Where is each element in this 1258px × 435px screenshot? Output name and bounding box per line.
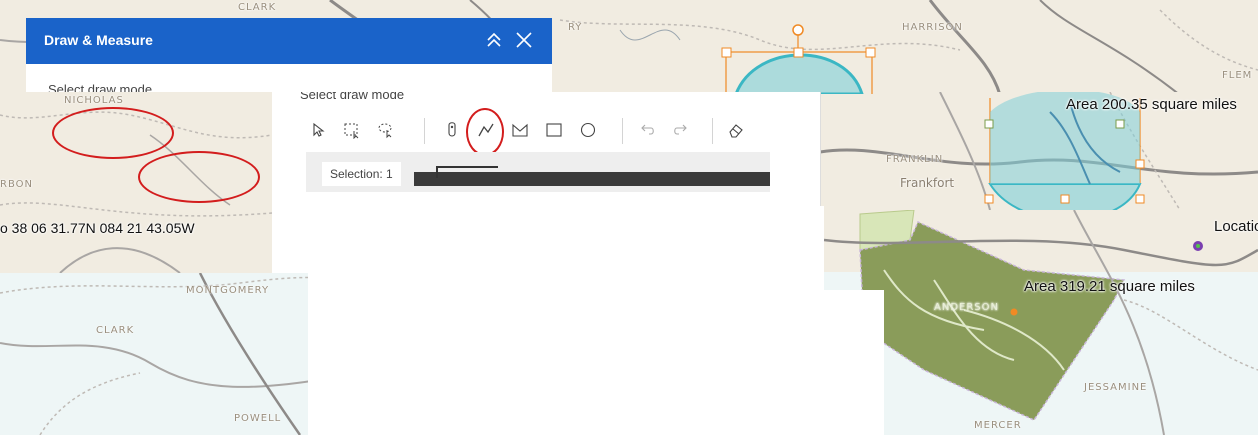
county-label-montgomery: MONTGOMERY: [186, 285, 270, 296]
rectangle-select-icon: [344, 123, 359, 139]
county-label-bourbon: RBON: [0, 179, 33, 190]
coordinate-readout: o 38 06 31.77N 084 21 43.05W: [0, 220, 195, 236]
panel-mode-label-fragment: Select draw mode: [48, 82, 153, 92]
lasso-select-icon: [378, 123, 392, 139]
rectangle-tool[interactable]: [542, 118, 566, 142]
county-label-flem: FLEM: [1222, 70, 1253, 81]
highlight-ring-polyline: [466, 108, 504, 156]
panel-header-body-fragment: Select draw mode: [26, 64, 552, 92]
selection-count: Selection: 1: [322, 162, 401, 186]
map-roads-left-bottom: [0, 273, 360, 435]
undo-tool[interactable]: [636, 118, 660, 142]
polygon-tool[interactable]: [508, 118, 532, 142]
close-panel-button[interactable]: [512, 28, 536, 52]
cursor-icon: [313, 122, 325, 137]
redo-icon: [674, 124, 687, 135]
selection-toolbar-fragment: [436, 166, 498, 178]
eraser-icon: [729, 124, 743, 138]
toolbar-separator-1: [424, 118, 425, 144]
selected-circle-graphic[interactable]: [716, 22, 880, 94]
draw-toolbar: [300, 108, 800, 152]
circle-icon: [580, 122, 596, 138]
location-label: Locatio: [1214, 218, 1258, 235]
toolbar-separator-2: [622, 118, 623, 144]
toolbar-separator-3: [712, 118, 713, 144]
redo-tool[interactable]: [668, 118, 692, 142]
selection-strip: Selection: 1: [306, 152, 770, 192]
panel-title: Draw & Measure: [44, 32, 153, 48]
county-label-clark-top: CLARK: [238, 2, 277, 13]
map-roads-right-bottom: [824, 210, 1258, 435]
county-label-franklin: FRANKLIN: [886, 154, 944, 165]
place-label-frankfort: Frankfort: [900, 176, 955, 190]
collapse-panel-button[interactable]: [482, 28, 506, 52]
map-left-middle[interactable]: NICHOLAS RBON o 38 06 31.77N 084 21 43.0…: [0, 95, 272, 273]
select-draw-mode-label: Select draw mode: [300, 92, 405, 102]
panel-blank-area-lower: [340, 290, 884, 435]
county-label-jessamine: JESSAMINE: [1084, 382, 1148, 393]
county-label-mercer: MERCER: [974, 420, 1022, 431]
select-tool[interactable]: [306, 118, 330, 142]
map-right-bottom[interactable]: Locatio Area 319.21 square miles ANDERSO…: [824, 210, 1258, 435]
rectangle-icon: [546, 123, 562, 137]
eraser-tool[interactable]: [724, 118, 748, 142]
map-left-bottom[interactable]: MONTGOMERY CLARK POWELL: [0, 273, 360, 435]
highlight-ring-1: [52, 107, 174, 159]
lasso-select-tool[interactable]: [374, 118, 398, 142]
circle-tool[interactable]: [576, 118, 600, 142]
measurement-label-area-circle: Area 200.35 square miles: [1066, 96, 1237, 113]
county-label-nicholas: NICHOLAS: [64, 95, 124, 106]
measurement-label-area-polygon: Area 319.21 square miles: [1024, 278, 1195, 295]
county-label-harrison: HARRISON: [902, 22, 963, 33]
polygon-icon: [512, 123, 528, 137]
panel-header: Draw & Measure: [26, 18, 552, 64]
undo-icon: [641, 124, 654, 135]
map-right-top[interactable]: FRANKLIN Frankfort Area 200.35 square mi…: [820, 92, 1258, 210]
county-label-ry: RY: [568, 22, 583, 33]
chevron-double-up-icon: [487, 32, 501, 47]
highlight-ring-2: [138, 151, 260, 203]
county-label-woodford: ANDERSON: [934, 302, 999, 313]
rectangle-select-tool[interactable]: [340, 118, 364, 142]
point-tool[interactable]: [440, 118, 464, 142]
county-label-powell: POWELL: [234, 413, 282, 424]
point-icon: [448, 122, 456, 137]
county-label-clark: CLARK: [96, 325, 135, 336]
close-icon: [516, 32, 532, 48]
